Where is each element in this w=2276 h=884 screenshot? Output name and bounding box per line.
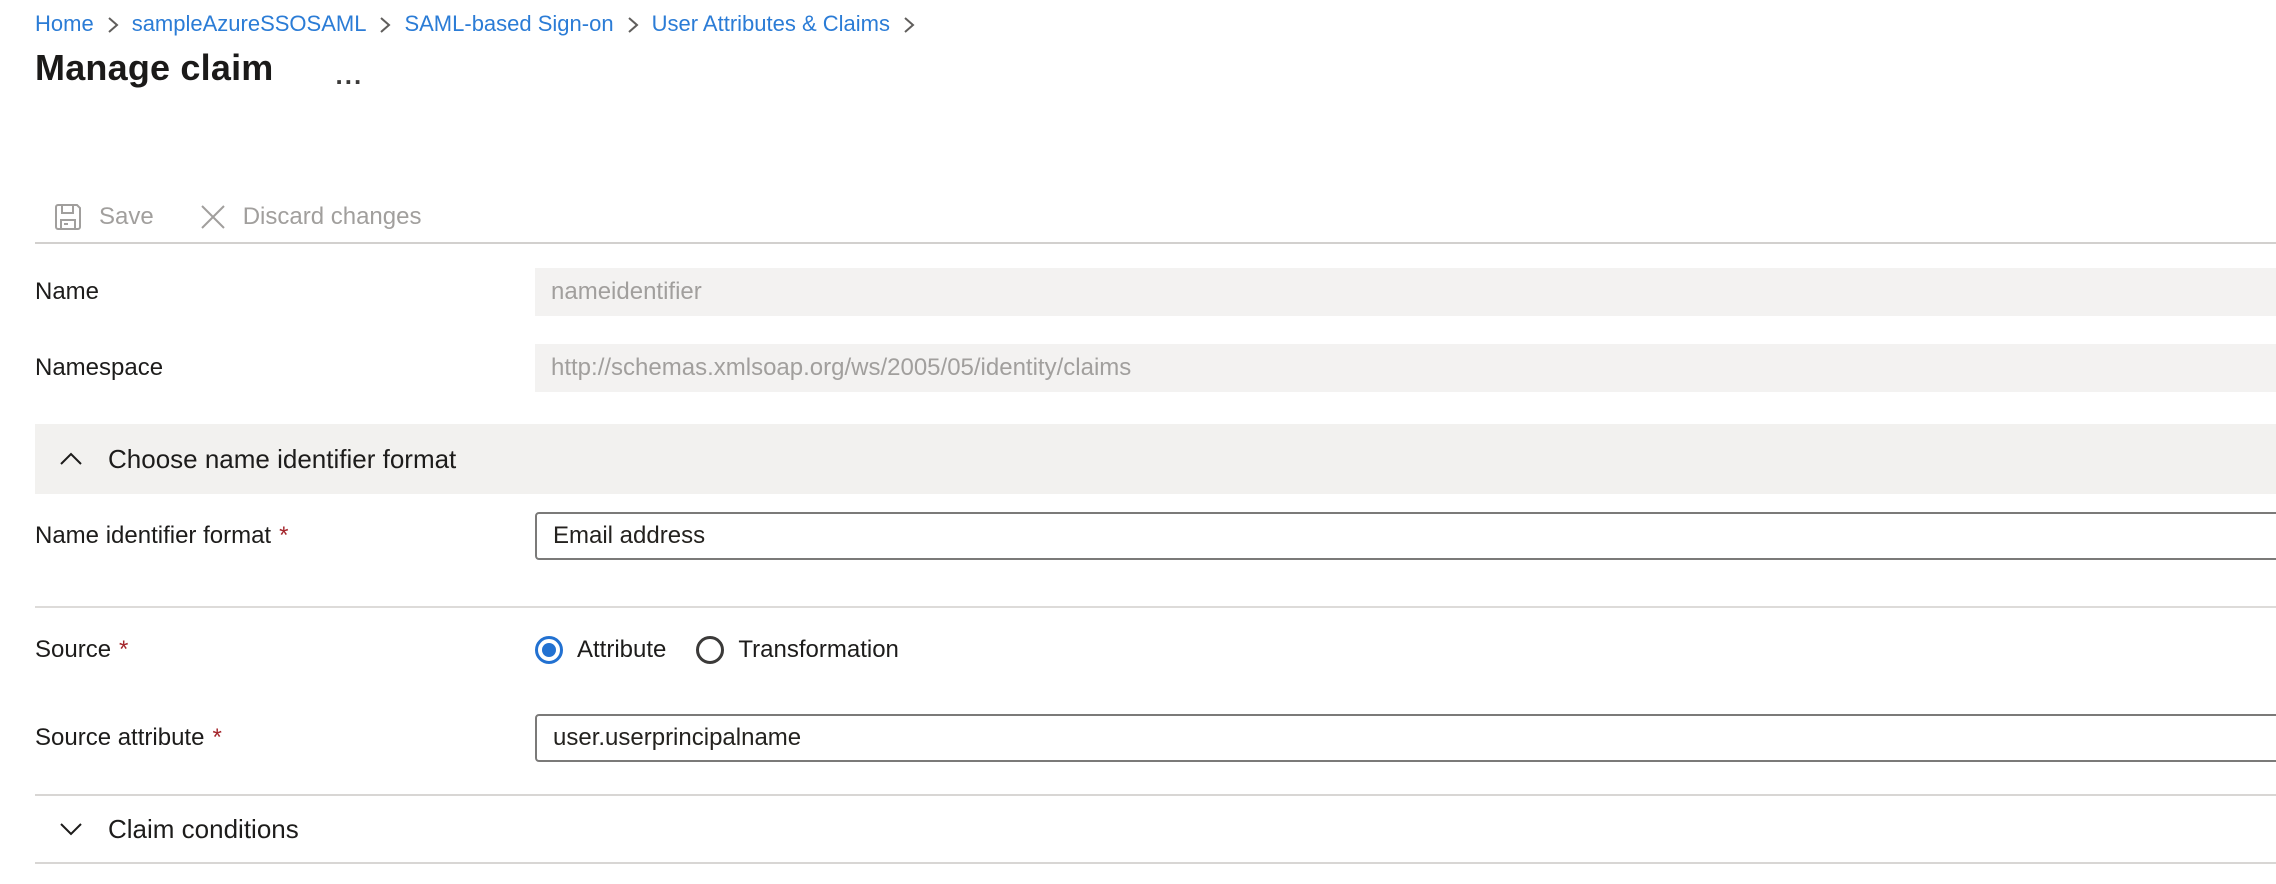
source-attribute-label: Source attribute * [35,724,535,752]
source-attribute-input[interactable] [535,714,2276,762]
section-choose-name-identifier-format[interactable]: Choose name identifier format [35,424,2276,494]
name-identifier-format-label: Name identifier format * [35,522,535,550]
save-button[interactable]: Save [52,201,154,233]
section-title: Claim conditions [108,814,299,845]
name-input [535,268,2276,316]
discard-icon [198,202,228,232]
page-title: Manage claim [35,47,274,89]
manage-claim-page: Home sampleAzureSSOSAML SAML-based Sign-… [0,0,2276,884]
label-text: Source attribute [35,724,204,751]
more-options-button[interactable]: ... [336,70,364,80]
namespace-label: Namespace [35,354,535,382]
required-asterisk: * [279,522,288,549]
radio-label: Transformation [738,636,899,664]
required-asterisk: * [119,636,128,663]
chevron-right-icon [378,14,392,36]
radio-unselected-icon [696,636,724,664]
source-radio-attribute[interactable]: Attribute [535,636,666,664]
dropdown-selected-value: Email address [553,522,705,550]
chevron-up-icon [58,451,84,467]
source-attribute-row: Source attribute * [35,714,2276,762]
radio-label: Attribute [577,636,666,664]
source-radio-group: Attribute Transformation [535,636,899,664]
source-row: Source * Attribute Transformation [35,626,2276,674]
required-asterisk: * [212,724,221,751]
toolbar-divider [35,242,2276,244]
chevron-right-icon [626,14,640,36]
label-text: Source [35,636,111,663]
save-icon [52,201,84,233]
namespace-input [535,344,2276,392]
namespace-row: Namespace [35,344,2276,392]
discard-changes-button[interactable]: Discard changes [198,202,422,232]
breadcrumb-link-saml-signon[interactable]: SAML-based Sign-on [404,11,613,37]
format-section-divider [35,606,2276,608]
title-row: Manage claim ... [35,42,2276,94]
name-label: Name [35,278,535,306]
breadcrumb-link-home[interactable]: Home [35,11,94,37]
radio-selected-icon [535,636,563,664]
chevron-right-icon [106,14,120,36]
source-label: Source * [35,636,535,664]
chevron-down-icon [58,821,84,837]
section-title: Choose name identifier format [108,444,456,475]
discard-changes-label: Discard changes [243,203,422,231]
label-text: Name identifier format [35,522,271,549]
breadcrumb-link-user-attributes-claims[interactable]: User Attributes & Claims [652,11,890,37]
save-label: Save [99,203,154,231]
section-claim-conditions[interactable]: Claim conditions [35,794,2276,864]
breadcrumb-link-app[interactable]: sampleAzureSSOSAML [132,11,367,37]
breadcrumb: Home sampleAzureSSOSAML SAML-based Sign-… [35,0,2276,34]
name-identifier-format-row: Name identifier format * Email address [35,512,2276,560]
chevron-right-icon [902,14,916,36]
command-bar: Save Discard changes [35,192,2276,242]
name-identifier-format-dropdown[interactable]: Email address [535,512,2276,560]
source-radio-transformation[interactable]: Transformation [696,636,899,664]
name-row: Name [35,268,2276,316]
